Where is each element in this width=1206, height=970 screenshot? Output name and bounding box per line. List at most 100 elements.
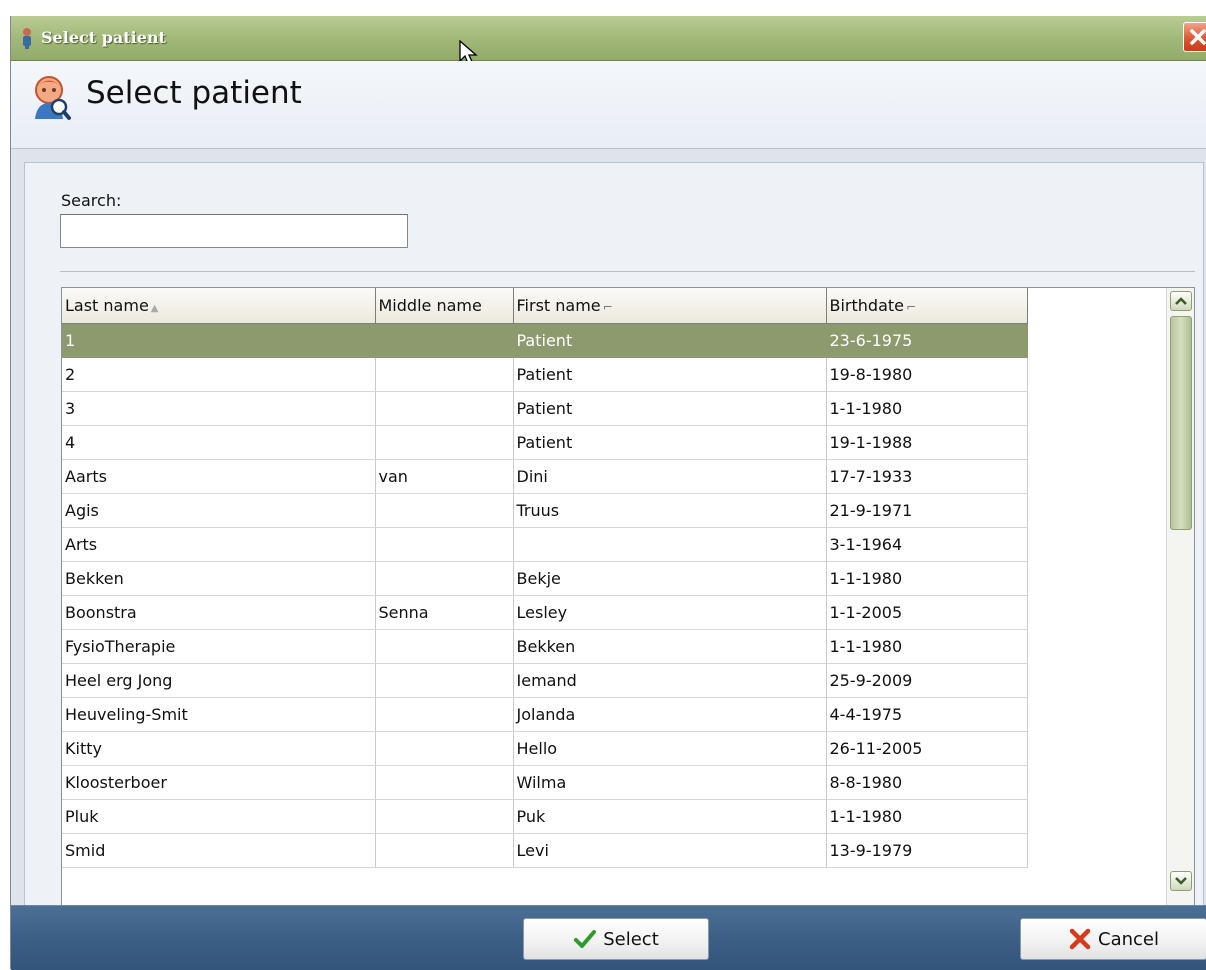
column-indicator-icon: ⌐ [602,299,613,314]
patient-table: Last name ▲ Middle name First name ⌐ Birth… [62,288,1028,868]
scroll-up-button[interactable] [1170,291,1192,311]
table-row[interactable]: Aarts van Dini 17-7-1933 [62,459,1028,494]
x-icon [1069,928,1091,950]
window-title: Select patient [41,28,166,47]
divider [60,271,1195,272]
table-row[interactable]: Kitty Hello 26-11-2005 [62,731,1028,766]
cell-middle-name [375,833,514,868]
cell-middle-name [375,731,514,766]
cell-middle-name [375,425,514,460]
cell-birthdate: 1-1-2005 [826,595,1028,630]
content-panel: Search: Last name ▲ Middle name First nam… [24,162,1204,918]
cell-last-name: Pluk [62,799,376,834]
table-row[interactable]: Arts 3-1-1964 [62,527,1028,562]
cell-middle-name [375,765,514,800]
title-bar[interactable]: Select patient [11,16,1206,67]
select-button[interactable]: Select [523,918,709,960]
cell-middle-name: Senna [375,595,514,630]
patient-grid[interactable]: Last name ▲ Middle name First name ⌐ Birth… [61,287,1195,907]
table-row[interactable]: 1 Patient 23-6-1975 [62,323,1028,358]
cell-first-name: Iemand [513,663,827,698]
chevron-up-icon [1175,297,1187,305]
cell-birthdate: 21-9-1971 [826,493,1028,528]
cell-last-name: 2 [62,357,376,392]
background-strip [0,0,1206,16]
table-row[interactable]: 3 Patient 1-1-1980 [62,391,1028,426]
table-row[interactable]: Agis Truus 21-9-1971 [62,493,1028,528]
cell-last-name: 3 [62,391,376,426]
cell-first-name [513,527,827,562]
dialog-footer: Select Cancel [11,905,1206,970]
close-button[interactable] [1183,22,1206,52]
cell-first-name: Lesley [513,595,827,630]
dialog-header: Select patient [11,61,1206,149]
cell-middle-name [375,357,514,392]
table-body: 1 Patient 23-6-1975 2 Patient 19-8-1980 3 Patie… [62,323,1028,868]
column-header-first-name[interactable]: First name ⌐ [513,288,827,324]
cell-first-name: Patient [513,323,827,358]
table-row[interactable]: Bekken Bekje 1-1-1980 [62,561,1028,596]
column-header-label: Last name [65,295,149,315]
cell-last-name: Heel erg Jong [62,663,376,698]
cell-birthdate: 1-1-1980 [826,799,1028,834]
cell-last-name: Boonstra [62,595,376,630]
column-header-last-name[interactable]: Last name ▲ [62,288,376,324]
cell-last-name: FysioTherapie [62,629,376,664]
table-row[interactable]: Smid Levi 13-9-1979 [62,833,1028,868]
scroll-down-button[interactable] [1170,871,1192,891]
cell-birthdate: 13-9-1979 [826,833,1028,868]
cell-first-name: Dini [513,459,827,494]
cell-birthdate: 1-1-1980 [826,561,1028,596]
cell-last-name: Bekken [62,561,376,596]
cell-first-name: Levi [513,833,827,868]
cell-first-name: Wilma [513,765,827,800]
cancel-button-label: Cancel [1098,928,1159,950]
cell-last-name: Kloosterboer [62,765,376,800]
table-row[interactable]: Heel erg Jong Iemand 25-9-2009 [62,663,1028,698]
cell-last-name: Kitty [62,731,376,766]
scrollbar-thumb[interactable] [1170,316,1192,530]
search-label: Search: [61,191,122,210]
cell-last-name: Arts [62,527,376,562]
cell-middle-name [375,323,514,358]
table-row[interactable]: Heuveling-Smit Jolanda 4-4-1975 [62,697,1028,732]
column-header-middle-name[interactable]: Middle name [375,288,514,324]
cell-middle-name [375,799,514,834]
cell-first-name: Patient [513,357,827,392]
chevron-down-icon [1175,877,1187,885]
cell-birthdate: 19-1-1988 [826,425,1028,460]
vertical-scrollbar[interactable] [1166,288,1194,906]
cell-birthdate: 25-9-2009 [826,663,1028,698]
cell-first-name: Bekken [513,629,827,664]
table-row[interactable]: 4 Patient 19-1-1988 [62,425,1028,460]
select-button-label: Select [603,928,659,950]
column-header-label: Birthdate [829,295,905,315]
table-row[interactable]: Kloosterboer Wilma 8-8-1980 [62,765,1028,800]
column-header-birthdate[interactable]: Birthdate ⌐ [826,288,1028,324]
cell-last-name: 1 [62,323,376,358]
cell-birthdate: 1-1-1980 [826,629,1028,664]
cell-last-name: Heuveling-Smit [62,697,376,732]
checkmark-icon [574,930,597,948]
cell-middle-name [375,493,514,528]
select-patient-dialog: Select patient Select patient Search: La… [10,16,1206,970]
cell-first-name: Truus [513,493,827,528]
cell-first-name: Hello [513,731,827,766]
table-row[interactable]: Boonstra Senna Lesley 1-1-2005 [62,595,1028,630]
cell-birthdate: 1-1-1980 [826,391,1028,426]
table-row[interactable]: Pluk Puk 1-1-1980 [62,799,1028,834]
cell-first-name: Bekje [513,561,827,596]
cell-first-name: Patient [513,425,827,460]
cancel-button[interactable]: Cancel [1020,918,1206,960]
cell-birthdate: 19-8-1980 [826,357,1028,392]
cell-middle-name [375,697,514,732]
sort-ascending-icon: ▲ [150,302,159,314]
table-row[interactable]: FysioTherapie Bekken 1-1-1980 [62,629,1028,664]
cell-birthdate: 3-1-1964 [826,527,1028,562]
search-input[interactable] [60,214,408,248]
table-row[interactable]: 2 Patient 19-8-1980 [62,357,1028,392]
cell-birthdate: 23-6-1975 [826,323,1028,358]
cell-middle-name: van [375,459,514,494]
cell-last-name: Agis [62,493,376,528]
cell-last-name: Aarts [62,459,376,494]
